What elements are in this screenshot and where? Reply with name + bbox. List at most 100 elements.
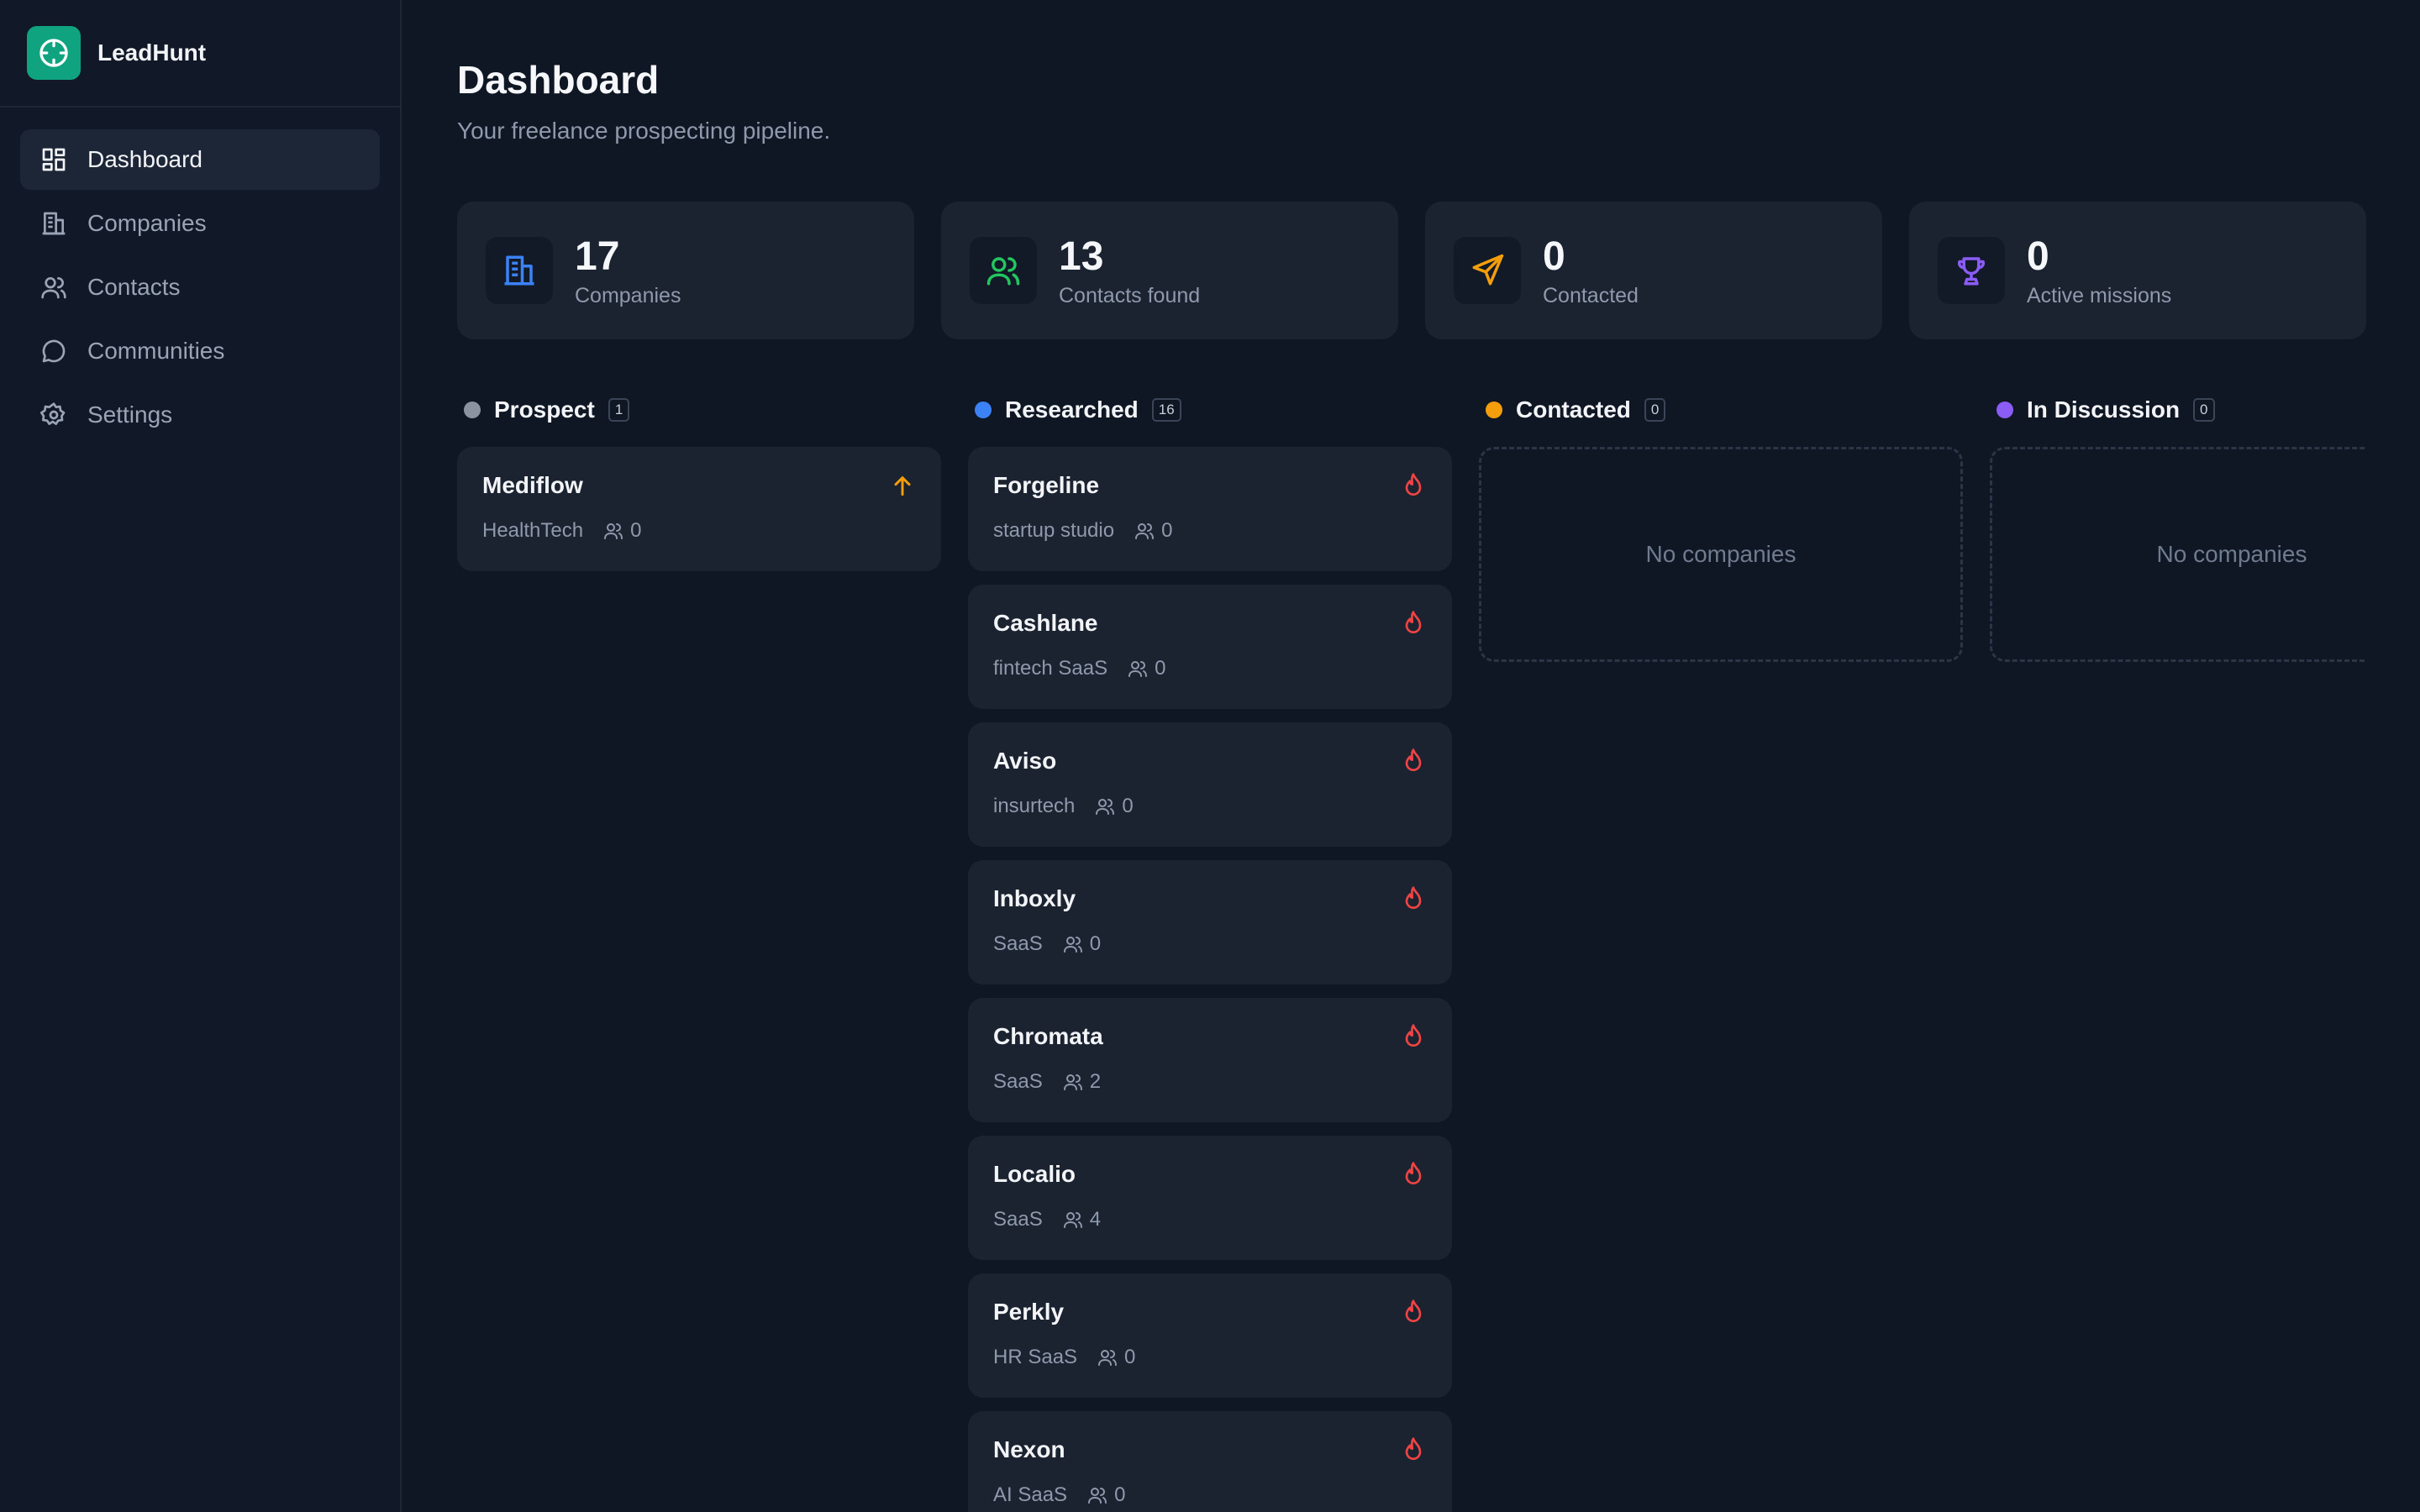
card-meta: SaaS 2 [993,1070,1427,1094]
company-tag: HealthTech [482,519,584,542]
building-icon [486,237,553,304]
empty-column-dropzone[interactable]: No companies [1479,447,1963,662]
contacts-count-value: 0 [1124,1346,1136,1368]
users-icon [1063,1072,1090,1092]
sidebar-item-label: Contacts [87,274,181,300]
sidebar-item-communities[interactable]: Communities [20,321,380,381]
page-title: Dashboard [457,58,660,102]
stats-row: 17 Companies 13 Contacts found 0 Contact… [457,202,2366,339]
users-icon [970,237,1037,304]
column-count-badge: 0 [1644,398,1666,422]
stat-value: 13 [1059,234,1104,279]
sidebar-item-label: Settings [87,402,173,428]
company-card[interactable]: Mediflow HealthTech 0 [457,447,941,571]
column-header: In Discussion 0 [1990,393,2366,427]
card-list: Mediflow HealthTech 0 [457,447,941,571]
card-meta: SaaS 4 [993,1208,1427,1231]
company-name: Aviso [993,748,1057,774]
brand-name: LeadHunt [97,39,207,66]
flame-icon [1400,748,1427,774]
contacts-count-value: 2 [1089,1070,1102,1093]
contacts-count-value: 0 [1089,932,1102,955]
column-title: Contacted [1516,396,1631,423]
stat-label: Contacts found [1059,283,1201,307]
flame-icon [1400,610,1427,637]
flame-icon [1400,1023,1427,1050]
company-name: Localio [993,1161,1076,1187]
flame-icon [1400,885,1427,912]
kanban-board: Prospect 1 Mediflow HealthTech 0 Researched 16… [457,393,2366,1512]
flame-icon [1400,472,1427,499]
company-card[interactable]: Cashlane fintech SaaS 0 [968,585,1452,709]
card-meta: fintech SaaS 0 [993,657,1427,680]
contacts-count-value: 0 [1155,657,1166,680]
company-name: Inboxly [993,885,1076,911]
stat-value: 0 [2027,234,2049,279]
status-dot [975,402,992,418]
column-researched: Researched 16 Forgeline startup studio 0 Cash… [968,393,1452,1512]
contacts-count-value: 0 [1161,519,1173,542]
card-meta: insurtech 0 [993,795,1427,818]
card-meta: SaaS 0 [993,932,1427,956]
stat-label: Active missions [2027,283,2172,307]
stat-label: Companies [575,283,681,307]
contacts-count: 4 [1063,1208,1101,1231]
contacts-count: 2 [1063,1070,1101,1094]
sidebar-item-companies[interactable]: Companies [20,193,380,254]
company-card[interactable]: Aviso insurtech 0 [968,722,1452,847]
company-card[interactable]: Perkly HR SaaS 0 [968,1273,1452,1398]
page-subtitle: Your freelance prospecting pipeline. [457,118,831,144]
company-card[interactable]: Chromata SaaS 2 [968,998,1452,1122]
column-count-badge: 0 [2193,398,2215,422]
card-meta: startup studio 0 [993,519,1427,543]
sidebar-nav: Dashboard Companies Contacts Communities… [0,108,400,470]
contacts-count-value: 0 [1114,1483,1126,1506]
company-name: Cashlane [993,610,1098,636]
contacts-count: 0 [1095,795,1134,818]
company-name: Forgeline [993,472,1100,498]
empty-text: No companies [1645,541,1797,567]
company-card[interactable]: Localio SaaS 4 [968,1136,1452,1260]
flame-icon [1400,1161,1427,1188]
contacts-count: 0 [1087,1483,1125,1507]
company-tag: fintech SaaS [993,657,1108,680]
company-tag: SaaS [993,932,1043,955]
crosshair-icon [27,26,81,80]
stat-card-contacts: 13 Contacts found [941,202,1398,339]
column-title: Prospect [494,396,595,423]
company-card[interactable]: Forgeline startup studio 0 [968,447,1452,571]
company-tag: insurtech [993,795,1076,817]
sidebar-item-label: Dashboard [87,146,203,172]
status-dot [1486,402,1502,418]
flame-icon [1400,1436,1427,1463]
company-tag: SaaS [993,1208,1043,1231]
users-icon [1128,659,1155,679]
column-contacted: Contacted 0 No companies [1479,393,1963,662]
card-list: Forgeline startup studio 0 Cashlane fintech … [968,447,1452,1512]
users-icon [1087,1485,1114,1505]
stat-card-missions: 0 Active missions [1909,202,2366,339]
sidebar-item-contacts[interactable]: Contacts [20,257,380,318]
company-name: Mediflow [482,472,583,498]
flame-icon [1400,1299,1427,1326]
contacts-count: 0 [1134,519,1172,543]
empty-column-dropzone[interactable]: No companies [1990,447,2366,662]
building-icon [40,210,67,237]
brand[interactable]: LeadHunt [0,0,400,108]
sidebar-item-dashboard[interactable]: Dashboard [20,129,380,190]
card-meta: HR SaaS 0 [993,1346,1427,1369]
company-tag: AI SaaS [993,1483,1068,1506]
sidebar: LeadHunt Dashboard Companies Contacts Co… [0,0,402,1512]
status-dot [464,402,481,418]
status-dot [1996,402,2013,418]
company-card[interactable]: Inboxly SaaS 0 [968,860,1452,984]
stat-label: Contacted [1543,283,1639,307]
users-icon [603,521,630,541]
contacts-count: 0 [1128,657,1165,680]
company-tag: startup studio [993,519,1115,542]
contacts-count-value: 0 [1122,795,1134,817]
company-card[interactable]: Nexon AI SaaS 0 [968,1411,1452,1512]
users-icon [1097,1347,1124,1368]
sidebar-item-settings[interactable]: Settings [20,385,380,445]
users-icon [1095,796,1122,816]
